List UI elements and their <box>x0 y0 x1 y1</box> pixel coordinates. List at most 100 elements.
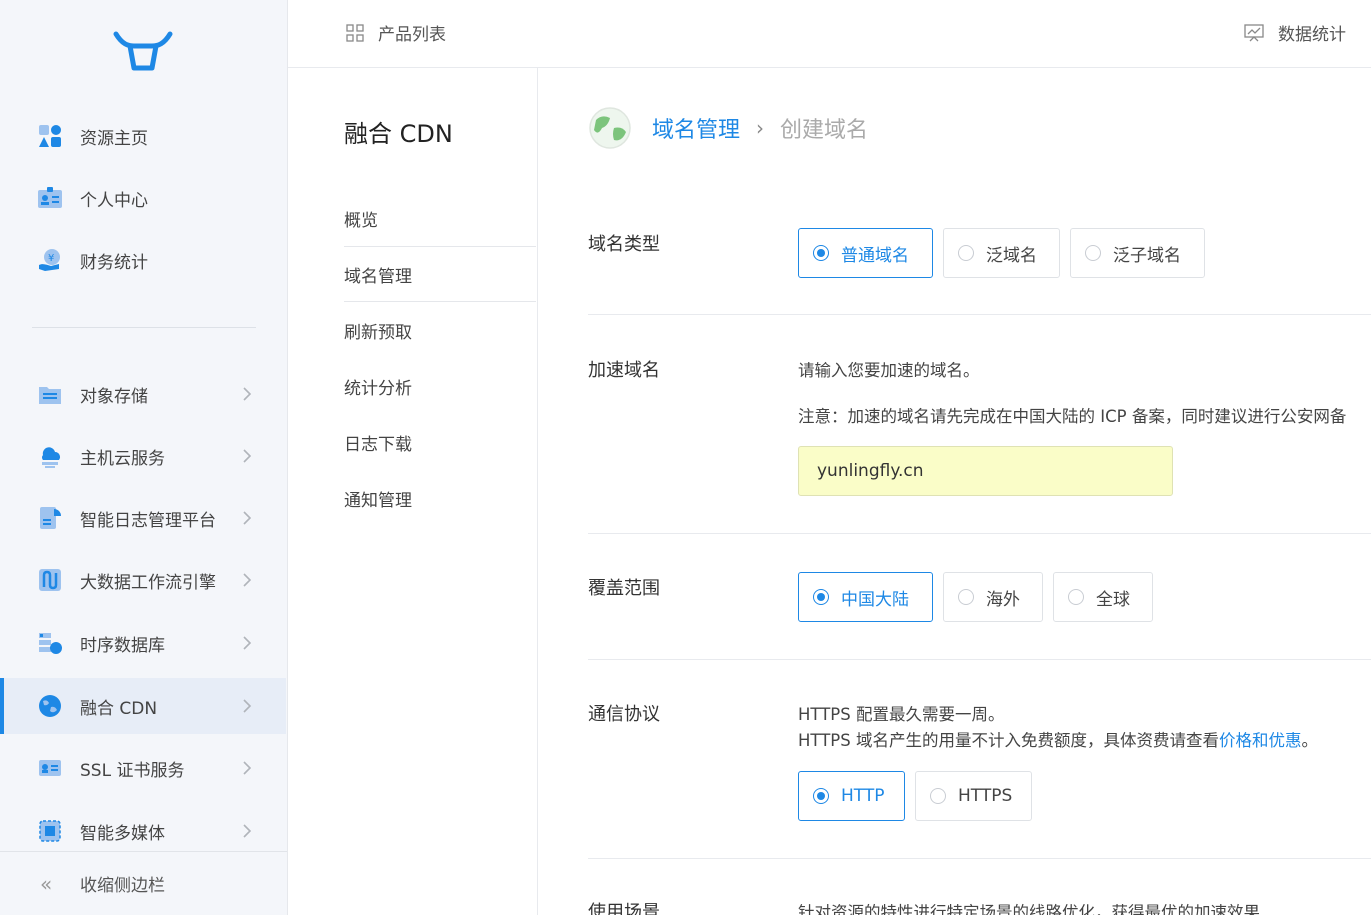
sidebar-item-label: 对象存储 <box>80 386 148 407</box>
chart-monitor-icon <box>1244 23 1264 41</box>
option-label: 普通域名 <box>841 245 909 266</box>
option-label: 中国大陆 <box>841 589 909 610</box>
chevron-right-icon <box>243 761 252 775</box>
main-content: 域名管理 › 创建域名 域名类型 普通域名 泛域名 泛子域名 加速域名 请输入您… <box>538 68 1371 915</box>
chevron-right-icon <box>243 573 252 587</box>
breadcrumb: 域名管理 › 创建域名 <box>588 106 868 150</box>
protocol-note-2-suffix: 。 <box>1301 731 1318 750</box>
domain-type-label: 域名类型 <box>588 234 660 255</box>
cdn-icon <box>36 692 64 720</box>
option-label: HTTPS <box>958 786 1013 806</box>
domain-type-option-wildcard-sub[interactable]: 泛子域名 <box>1070 228 1205 278</box>
sidebar-item-label: 时序数据库 <box>80 635 165 656</box>
radio-icon <box>958 589 974 605</box>
sidebar-item-label: 财务统计 <box>80 252 148 273</box>
domain-type-option-normal[interactable]: 普通域名 <box>798 228 933 278</box>
submenu-title: 融合 CDN <box>344 120 453 148</box>
radio-icon <box>813 245 829 261</box>
coverage-option-mainland[interactable]: 中国大陆 <box>798 572 933 622</box>
sidebar-item-workflow[interactable]: 大数据工作流引擎 <box>0 552 286 608</box>
sidebar-item-label: 智能多媒体 <box>80 823 165 844</box>
protocol-note-1: HTTPS 配置最久需要一周。 <box>798 705 1005 724</box>
option-label: 泛域名 <box>986 245 1037 266</box>
chevron-right-icon <box>243 387 252 401</box>
sidebar-divider <box>32 327 256 328</box>
divider <box>588 314 1371 315</box>
sidebar: 资源主页 个人中心 ¥ 财务统计 对象存储 主机云服务 智能日志管理平台 大数据… <box>0 0 288 915</box>
sidebar-item-personal-center[interactable]: 个人中心 <box>0 170 286 226</box>
option-label: 全球 <box>1096 589 1130 610</box>
sidebar-item-label: SSL 证书服务 <box>80 760 185 781</box>
coverage-label: 覆盖范围 <box>588 578 660 599</box>
submenu-item-refresh-prefetch[interactable]: 刷新预取 <box>344 302 536 358</box>
chevron-right-icon <box>243 636 252 650</box>
radio-icon <box>930 788 946 804</box>
scenario-desc: 针对资源的特性进行特定场景的线路优化，获得最优的加速效果 <box>798 903 1260 915</box>
option-label: 泛子域名 <box>1113 245 1181 266</box>
sidebar-item-label: 主机云服务 <box>80 448 165 469</box>
tsdb-icon <box>36 629 64 657</box>
submenu-item-overview[interactable]: 概览 <box>344 190 536 246</box>
sidebar-item-log-platform[interactable]: 智能日志管理平台 <box>0 490 286 546</box>
divider <box>588 659 1371 660</box>
double-chevron-left-icon: « <box>40 871 53 896</box>
submenu-item-notification[interactable]: 通知管理 <box>344 470 536 526</box>
domain-type-option-wildcard[interactable]: 泛域名 <box>943 228 1060 278</box>
accel-domain-notice: 注意：加速的域名请先完成在中国大陆的 ICP 备案，同时建议进行公安网备 <box>798 407 1347 426</box>
sidebar-item-cloud-host[interactable]: 主机云服务 <box>0 428 286 484</box>
top-header: 产品列表 数据统计 <box>288 0 1371 68</box>
cdn-submenu: 融合 CDN 概览 域名管理 刷新预取 统计分析 日志下载 通知管理 <box>288 68 538 915</box>
log-platform-icon <box>36 504 64 532</box>
sidebar-item-resource-home[interactable]: 资源主页 <box>0 108 286 164</box>
coverage-option-overseas[interactable]: 海外 <box>943 572 1043 622</box>
ssl-icon <box>36 754 64 782</box>
radio-icon <box>958 245 974 261</box>
protocol-option-http[interactable]: HTTP <box>798 771 905 821</box>
option-label: HTTP <box>841 786 885 806</box>
sidebar-item-tsdb[interactable]: 时序数据库 <box>0 615 286 671</box>
protocol-note-2-text: HTTPS 域名产生的用量不计入免费额度，具体资费请查看 <box>798 731 1219 750</box>
accel-domain-label: 加速域名 <box>588 360 660 381</box>
submenu-item-statistics[interactable]: 统计分析 <box>344 358 536 414</box>
coverage-option-global[interactable]: 全球 <box>1053 572 1153 622</box>
sidebar-item-object-storage[interactable]: 对象存储 <box>0 366 286 422</box>
finance-icon: ¥ <box>36 246 64 274</box>
breadcrumb-domain-management[interactable]: 域名管理 <box>652 112 740 144</box>
data-stats-link[interactable]: 数据统计 <box>1244 20 1346 45</box>
breadcrumb-chevron-icon: › <box>756 116 765 140</box>
svg-text:¥: ¥ <box>48 253 54 264</box>
globe-icon <box>589 107 631 149</box>
protocol-option-https[interactable]: HTTPS <box>915 771 1032 821</box>
accel-domain-input[interactable] <box>798 446 1173 496</box>
sidebar-item-label: 资源主页 <box>80 128 148 149</box>
sidebar-item-label: 融合 CDN <box>80 698 158 719</box>
chevron-right-icon <box>243 824 252 838</box>
product-list-link[interactable]: 产品列表 <box>346 20 446 45</box>
divider <box>588 858 1371 859</box>
pricing-link[interactable]: 价格和优惠 <box>1219 731 1302 750</box>
sidebar-item-finance[interactable]: ¥ 财务统计 <box>0 232 286 288</box>
protocol-note-2: HTTPS 域名产生的用量不计入免费额度，具体资费请查看价格和优惠。 <box>798 727 1318 751</box>
product-list-label: 产品列表 <box>378 25 446 45</box>
sidebar-item-ssl[interactable]: SSL 证书服务 <box>0 740 286 796</box>
multimedia-icon <box>36 817 64 845</box>
radio-icon <box>813 788 829 804</box>
accel-domain-hint: 请输入您要加速的域名。 <box>798 361 980 380</box>
chevron-right-icon <box>243 699 252 713</box>
personal-center-icon <box>36 184 64 212</box>
sidebar-item-label: 智能日志管理平台 <box>80 510 216 531</box>
submenu-item-domain-management[interactable]: 域名管理 <box>344 246 536 302</box>
workflow-icon <box>36 566 64 594</box>
radio-icon <box>1068 589 1084 605</box>
collapse-sidebar-button[interactable]: « 收缩侧边栏 <box>0 851 287 915</box>
option-label: 海外 <box>986 589 1020 610</box>
submenu-item-log-download[interactable]: 日志下载 <box>344 414 536 470</box>
object-storage-icon <box>36 380 64 408</box>
collapse-sidebar-label: 收缩侧边栏 <box>80 876 165 896</box>
grid-icon <box>346 23 364 42</box>
sidebar-item-label: 大数据工作流引擎 <box>80 572 216 593</box>
data-stats-label: 数据统计 <box>1278 25 1346 45</box>
protocol-label: 通信协议 <box>588 704 660 725</box>
cloud-host-icon <box>36 442 64 470</box>
sidebar-item-cdn[interactable]: 融合 CDN <box>0 678 286 734</box>
